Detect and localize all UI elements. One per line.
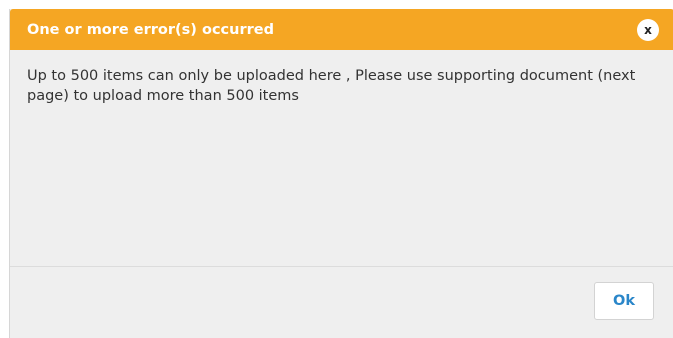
- ok-button[interactable]: Ok: [594, 282, 654, 320]
- error-dialog: One or more error(s) occurred x Up to 50…: [9, 9, 673, 338]
- close-icon[interactable]: x: [637, 19, 659, 41]
- dialog-title: One or more error(s) occurred: [27, 22, 274, 38]
- error-message: Up to 500 items can only be uploaded her…: [27, 68, 636, 104]
- footer-divider: [10, 266, 673, 267]
- dialog-header: One or more error(s) occurred x: [10, 9, 673, 50]
